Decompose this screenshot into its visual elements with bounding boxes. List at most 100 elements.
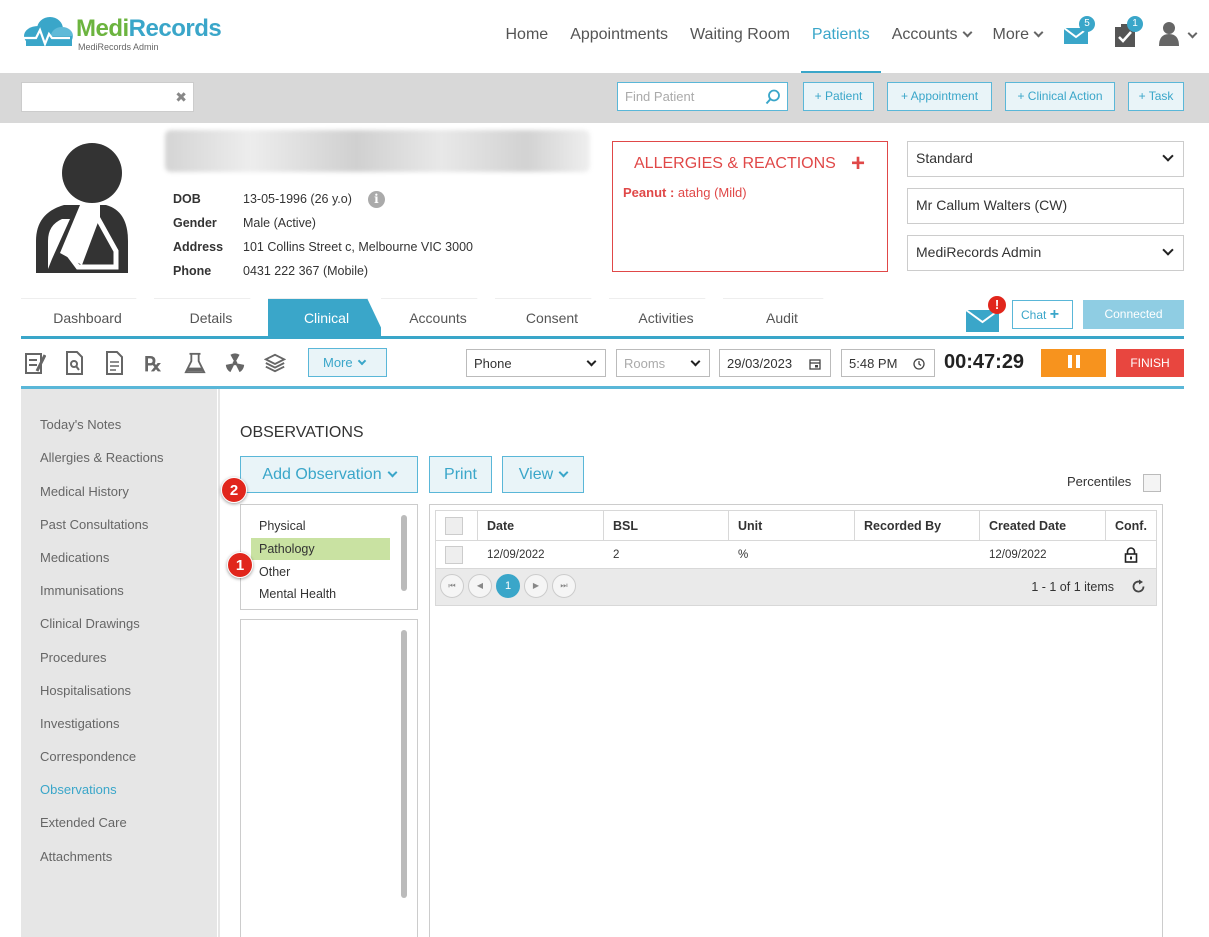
nav-waiting-room[interactable]: Waiting Room: [679, 0, 801, 73]
quick-search-input[interactable]: ✖: [21, 82, 194, 112]
table-row[interactable]: 12/09/2022 2 % 12/09/2022: [436, 541, 1156, 569]
first-page-button[interactable]: ⏮: [440, 574, 464, 598]
last-page-button[interactable]: ⏭: [552, 574, 576, 598]
rooms-select[interactable]: Rooms: [616, 349, 710, 377]
notes-icon[interactable]: [24, 351, 46, 375]
select-all-checkbox[interactable]: [445, 516, 463, 535]
search-icon[interactable]: [765, 89, 781, 105]
sidebar-item-procedures[interactable]: Procedures: [40, 650, 106, 665]
location-select[interactable]: MediRecords Admin: [907, 235, 1184, 271]
billing-value: Standard: [916, 150, 973, 166]
sidebar-item-medical-history[interactable]: Medical History: [40, 484, 129, 499]
chat-button[interactable]: Chat +: [1012, 300, 1073, 329]
sidebar-item-attachments[interactable]: Attachments: [40, 849, 112, 864]
sidebar-item-clinical-drawings[interactable]: Clinical Drawings: [40, 616, 140, 631]
tab-clinical[interactable]: Clinical: [268, 298, 385, 336]
billing-select[interactable]: Standard: [907, 141, 1184, 177]
add-patient-button[interactable]: + Patient: [803, 82, 874, 111]
view-button[interactable]: View: [502, 456, 584, 493]
lab-flask-icon[interactable]: [184, 351, 206, 375]
sidebar-item-investigations[interactable]: Investigations: [40, 716, 120, 731]
nav-accounts[interactable]: Accounts: [881, 0, 982, 73]
category-mental-health[interactable]: Mental Health: [259, 587, 336, 601]
category-pathology[interactable]: Pathology: [251, 538, 390, 560]
consult-type-select[interactable]: Phone: [466, 349, 606, 377]
category-physical[interactable]: Physical: [259, 519, 306, 533]
category-scrollbar[interactable]: [401, 515, 407, 591]
info-icon[interactable]: i: [367, 190, 385, 208]
nav-more[interactable]: More: [982, 0, 1053, 73]
column-unit[interactable]: Unit: [729, 511, 855, 540]
nav-patients[interactable]: Patients: [800, 0, 881, 73]
tab-activities[interactable]: Activities: [609, 298, 723, 336]
sidebar-item-allergies[interactable]: Allergies & Reactions: [40, 450, 164, 465]
sidebar-item-todays-notes[interactable]: Today's Notes: [40, 417, 121, 432]
practitioner-field[interactable]: Mr Callum Walters (CW): [907, 188, 1184, 224]
consult-date-input[interactable]: 29/03/2023: [719, 349, 831, 377]
sidebar-item-immunisations[interactable]: Immunisations: [40, 583, 124, 598]
add-appointment-button[interactable]: + Appointment: [887, 82, 992, 111]
next-page-button[interactable]: ▶: [524, 574, 548, 598]
patient-gender-row: Gender Male (Active): [173, 211, 473, 235]
add-observation-label: Add Observation: [262, 466, 382, 483]
tasks-button[interactable]: 1: [1101, 0, 1149, 73]
clear-icon[interactable]: ✖: [175, 89, 187, 106]
messages-button[interactable]: 5: [1053, 0, 1101, 73]
column-created-date[interactable]: Created Date: [980, 511, 1106, 540]
phone-value: 0431 222 367 (Mobile): [243, 264, 369, 278]
nav-home[interactable]: Home: [495, 0, 560, 73]
top-navbar: MediRecords MediRecords Admin Home Appoi…: [0, 0, 1209, 73]
column-date[interactable]: Date: [478, 511, 604, 540]
patient-header: DOB 13-05-1996 (26 y.o) i Gender Male (Acti…: [0, 123, 1209, 298]
radiation-icon[interactable]: [224, 351, 246, 375]
tab-consent[interactable]: Consent: [495, 298, 609, 336]
print-button[interactable]: Print: [429, 456, 492, 493]
lock-icon[interactable]: [1124, 546, 1138, 563]
column-recorded-by[interactable]: Recorded By: [855, 511, 980, 540]
category-other[interactable]: Other: [259, 565, 290, 579]
add-clinical-action-button[interactable]: + Clinical Action: [1005, 82, 1115, 111]
sidebar-item-extended-care[interactable]: Extended Care: [40, 815, 127, 830]
connected-status[interactable]: Connected: [1083, 300, 1184, 329]
medirecords-logo[interactable]: MediRecords MediRecords Admin: [20, 16, 222, 52]
sidebar-item-hospitalisations[interactable]: Hospitalisations: [40, 683, 131, 698]
report-icon[interactable]: [104, 351, 126, 375]
column-confidential[interactable]: Conf.: [1106, 511, 1156, 540]
refresh-icon[interactable]: [1131, 579, 1146, 594]
plus-icon: +: [1049, 306, 1060, 323]
sidebar-item-observations[interactable]: Observations: [40, 782, 117, 797]
row-checkbox[interactable]: [445, 545, 463, 564]
consult-time-input[interactable]: 5:48 PM: [841, 349, 935, 377]
patient-dob-row: DOB 13-05-1996 (26 y.o) i: [173, 187, 473, 211]
add-allergy-button[interactable]: +: [851, 150, 865, 178]
user-menu[interactable]: [1149, 0, 1209, 73]
rooms-placeholder: Rooms: [624, 356, 666, 371]
pause-button[interactable]: [1041, 349, 1106, 377]
sidebar-item-medications[interactable]: Medications: [40, 550, 109, 565]
prev-page-button[interactable]: ◀: [468, 574, 492, 598]
sidebar-item-past-consultations[interactable]: Past Consultations: [40, 517, 148, 532]
sidebar-item-correspondence[interactable]: Correspondence: [40, 749, 136, 764]
tab-audit[interactable]: Audit: [723, 298, 841, 336]
tab-dashboard[interactable]: Dashboard: [21, 298, 154, 336]
nav-appointments[interactable]: Appointments: [559, 0, 679, 73]
calendar-icon[interactable]: [809, 358, 821, 370]
subcategory-scrollbar[interactable]: [401, 630, 407, 898]
clock-icon[interactable]: [913, 358, 925, 370]
finish-button[interactable]: FINISH: [1116, 349, 1184, 377]
add-observation-button[interactable]: Add Observation: [240, 456, 418, 493]
chevron-down-icon: [690, 356, 701, 367]
layers-icon[interactable]: [264, 351, 286, 375]
more-tools-button[interactable]: More: [308, 348, 387, 377]
document-search-icon[interactable]: [64, 351, 86, 375]
page-number-current[interactable]: 1: [496, 574, 520, 598]
find-patient-input[interactable]: [618, 83, 758, 109]
tab-accounts[interactable]: Accounts: [381, 298, 495, 336]
chevron-down-icon: [387, 467, 398, 478]
percentiles-checkbox[interactable]: [1143, 474, 1161, 492]
message-alert-button[interactable]: !: [965, 296, 1006, 332]
prescription-icon[interactable]: ℞: [144, 351, 166, 375]
column-bsl[interactable]: BSL: [604, 511, 729, 540]
add-task-button[interactable]: + Task: [1128, 82, 1184, 111]
tab-details[interactable]: Details: [154, 298, 268, 336]
